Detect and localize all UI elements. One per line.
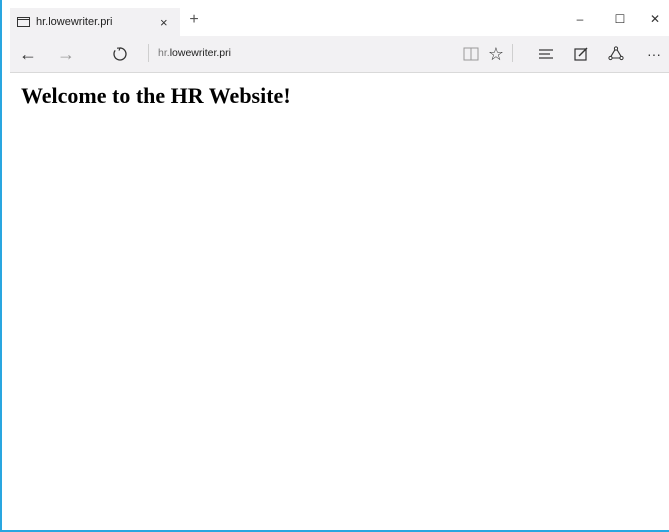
reading-view-icon [463, 47, 479, 61]
tab-hr-lowewriter[interactable]: hr.lowewriter.pri × [10, 8, 180, 36]
page-content: Welcome to the HR Website! [10, 73, 669, 528]
more-icon: ··· [647, 46, 661, 62]
refresh-button[interactable] [108, 42, 132, 66]
web-note-icon [574, 47, 588, 61]
hub-button[interactable] [535, 43, 557, 65]
minimize-button[interactable]: – [570, 12, 590, 26]
address-toolbar: ← → hr.lowewriter.pri ☆ ··· [10, 36, 669, 73]
back-arrow-icon: ← [19, 43, 37, 64]
hub-icon [539, 49, 553, 59]
share-icon [608, 46, 624, 61]
forward-button[interactable]: → [54, 42, 78, 66]
page-tab-icon [17, 17, 30, 27]
page-heading: Welcome to the HR Website! [21, 83, 291, 108]
browser-window: hr.lowewriter.pri × + – ☐ ✕ ← → hr.lowew… [0, 0, 669, 532]
tab-title: hr.lowewriter.pri [36, 16, 113, 28]
toolbar-separator [512, 44, 513, 62]
maximize-button[interactable]: ☐ [610, 12, 630, 26]
favorite-button[interactable]: ☆ [485, 43, 507, 65]
address-separator [148, 44, 149, 62]
address-bar[interactable]: hr.lowewriter.pri [158, 47, 231, 59]
new-tab-button[interactable]: + [184, 10, 204, 32]
address-subdomain: hr. [158, 47, 170, 59]
close-window-button[interactable]: ✕ [645, 12, 665, 26]
web-note-button[interactable] [570, 43, 592, 65]
share-button[interactable] [605, 43, 627, 65]
favorite-star-icon: ☆ [487, 43, 505, 64]
back-button[interactable]: ← [16, 42, 40, 66]
reading-view-button[interactable] [460, 43, 482, 65]
forward-arrow-icon: → [57, 43, 75, 64]
address-domain: lowewriter.pri [169, 47, 231, 59]
refresh-icon [113, 47, 127, 61]
tab-close-icon[interactable]: × [160, 15, 168, 30]
more-button[interactable]: ··· [643, 43, 665, 65]
